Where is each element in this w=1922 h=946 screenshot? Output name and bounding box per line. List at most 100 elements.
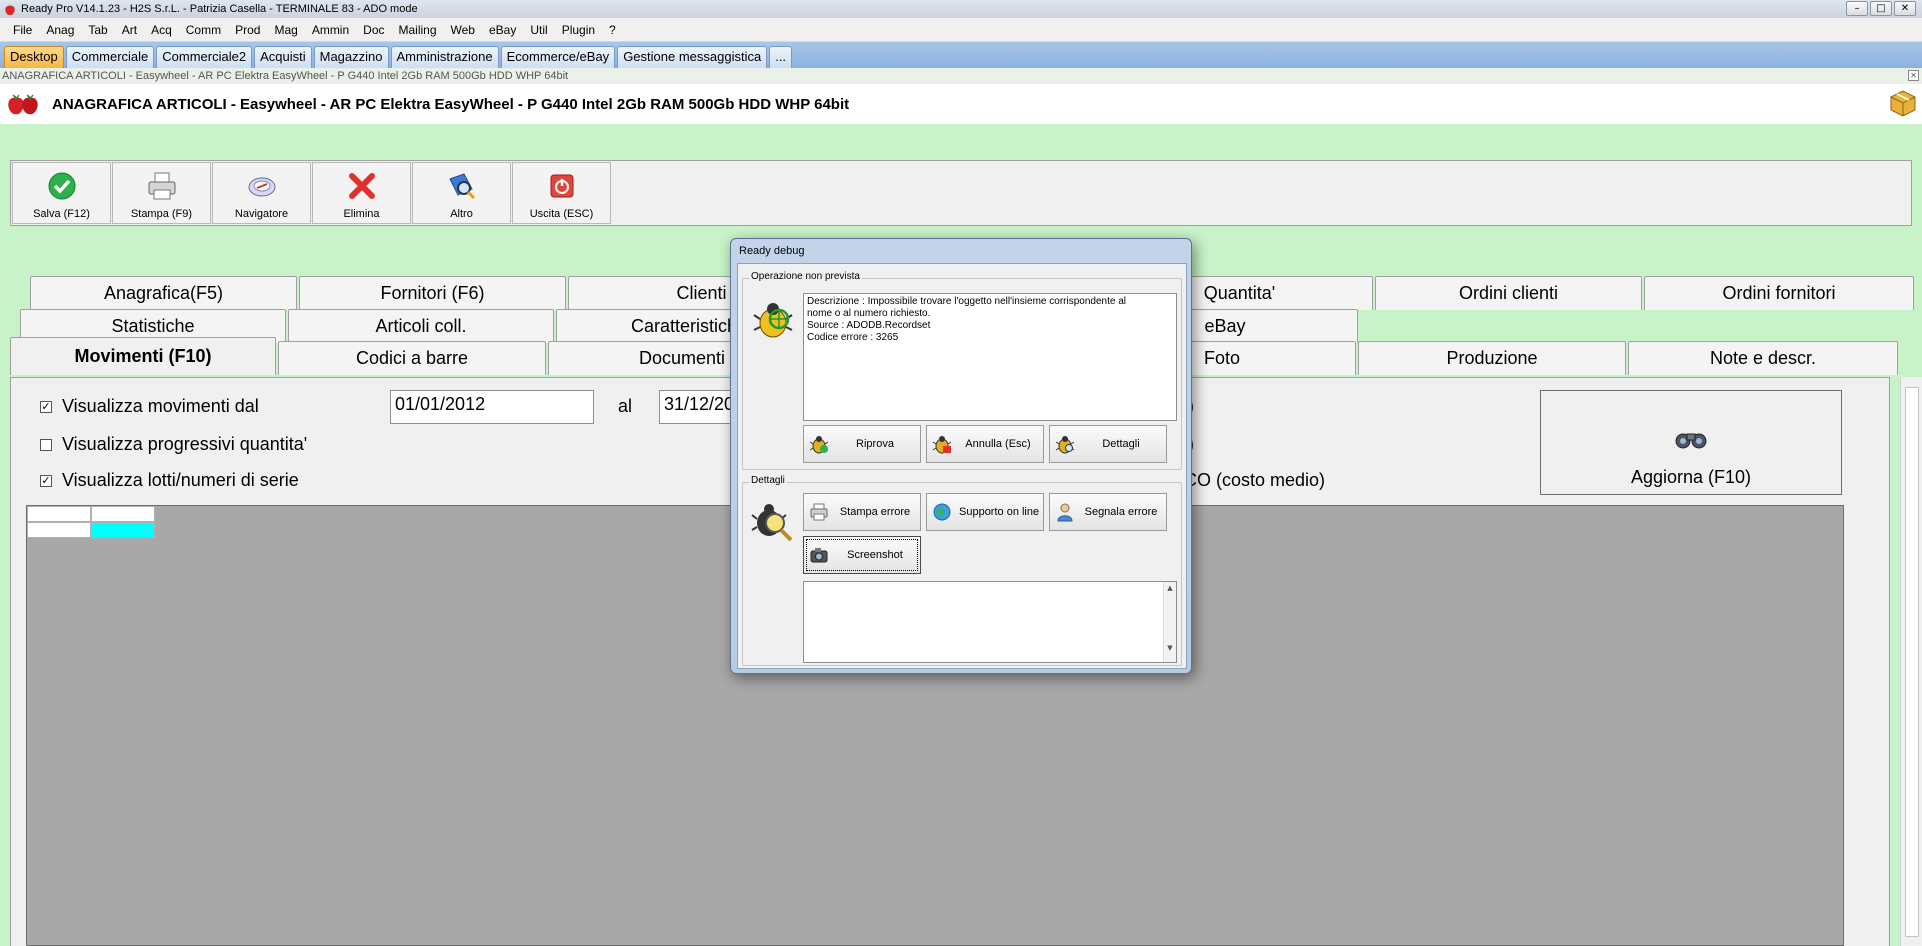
- print-button[interactable]: Stampa (F9): [112, 162, 211, 224]
- vertical-scrollbar[interactable]: [1900, 377, 1922, 946]
- refresh-label: Aggiorna (F10): [1630, 467, 1752, 487]
- other-button[interactable]: Altro: [412, 162, 511, 224]
- desktop-tab-magazzino[interactable]: Magazzino: [313, 46, 389, 68]
- desktop-tab-commerciale[interactable]: Commerciale: [65, 46, 155, 68]
- camera-icon: [808, 544, 830, 566]
- checkbox-checked-icon: ✓: [40, 473, 52, 487]
- grid-header-cell: [91, 506, 155, 522]
- close-button[interactable]: ✕: [1894, 1, 1916, 16]
- error-line: Source : ADODB.Recordset: [807, 320, 931, 331]
- tab-articoli-coll[interactable]: Articoli coll.: [288, 309, 554, 343]
- show-progressive-label: Visualizza progressivi quantita': [62, 434, 308, 454]
- report-error-label: Segnala errore: [1084, 506, 1158, 518]
- close-document-icon[interactable]: ✕: [1908, 70, 1919, 81]
- bug-stop-icon: [931, 433, 953, 455]
- retry-button[interactable]: Riprova: [803, 425, 921, 463]
- minimize-button[interactable]: –: [1846, 1, 1868, 16]
- desktop-tab-amministrazione[interactable]: Amministrazione: [390, 46, 499, 68]
- printer-icon: [808, 501, 830, 523]
- desktop-tab-messaggistica[interactable]: Gestione messaggistica: [617, 46, 768, 68]
- show-movements-checkbox[interactable]: ✓ Visualizza movimenti dal: [40, 396, 259, 417]
- menu-help[interactable]: ?: [602, 20, 623, 40]
- screenshot-button[interactable]: Screenshot: [803, 536, 921, 574]
- online-support-button[interactable]: Supporto on line: [926, 493, 1044, 531]
- title-bar: Ready Pro V14.1.23 - H2S S.r.L. - Patriz…: [0, 0, 1922, 18]
- show-lots-checkbox[interactable]: ✓ Visualizza lotti/numeri di serie: [40, 470, 299, 491]
- tab-ordini-fornitori[interactable]: Ordini fornitori: [1644, 276, 1914, 310]
- menu-file[interactable]: File: [6, 20, 39, 40]
- strawberry-app-icon: [3, 2, 17, 16]
- save-button[interactable]: Salva (F12): [12, 162, 111, 224]
- error-group-legend: Operazione non prevista: [749, 271, 862, 282]
- refresh-button[interactable]: Aggiorna (F10): [1540, 390, 1842, 495]
- exit-label: Uscita (ESC): [529, 208, 594, 220]
- online-support-label: Supporto on line: [959, 506, 1040, 518]
- cancel-button[interactable]: Annulla (Esc): [926, 425, 1044, 463]
- error-line: Codice errore : 3265: [807, 332, 899, 343]
- details-group: Dettagli Stampa errore Supporto on line …: [742, 475, 1182, 666]
- menu-mag[interactable]: Mag: [267, 20, 304, 40]
- maximize-button[interactable]: □: [1870, 1, 1892, 16]
- tab-note-descr[interactable]: Note e descr.: [1628, 341, 1898, 375]
- error-group: Operazione non prevista Descrizione : Im…: [742, 271, 1182, 470]
- desktop-tab-more[interactable]: ...: [769, 46, 793, 68]
- package-icon[interactable]: [1888, 88, 1918, 121]
- menu-tab[interactable]: Tab: [81, 20, 114, 40]
- memo-scrollbar[interactable]: ▲ ▼: [1163, 582, 1176, 662]
- menu-acq[interactable]: Acq: [144, 20, 179, 40]
- grid-selected-cell[interactable]: [91, 522, 155, 538]
- navigator-button[interactable]: Navigatore: [212, 162, 311, 224]
- menu-doc[interactable]: Doc: [356, 20, 391, 40]
- menu-art[interactable]: Art: [115, 20, 144, 40]
- menu-web[interactable]: Web: [444, 20, 482, 40]
- details-group-legend: Dettagli: [749, 475, 787, 486]
- menu-mailing[interactable]: Mailing: [392, 20, 444, 40]
- desktop-tab-desktop[interactable]: Desktop: [4, 46, 64, 68]
- bug-target-icon: [751, 297, 795, 344]
- show-progressive-checkbox[interactable]: Visualizza progressivi quantita': [40, 434, 307, 455]
- details-button[interactable]: Dettagli: [1049, 425, 1167, 463]
- menu-prod[interactable]: Prod: [228, 20, 267, 40]
- menu-ammin[interactable]: Ammin: [305, 20, 356, 40]
- tab-fornitori[interactable]: Fornitori (F6): [299, 276, 566, 310]
- main-toolbar: Salva (F12) Stampa (F9) Navigatore Elimi…: [10, 160, 1912, 226]
- tab-anagrafica[interactable]: Anagrafica(F5): [30, 276, 297, 310]
- checkbox-checked-icon: ✓: [40, 399, 52, 413]
- date-from-input[interactable]: 01/01/2012: [390, 390, 594, 424]
- globe-icon: [931, 501, 953, 523]
- power-icon: [546, 170, 578, 202]
- error-description-box[interactable]: Descrizione : Impossibile trovare l'ogge…: [803, 293, 1177, 421]
- delete-button[interactable]: Elimina: [312, 162, 411, 224]
- cost-method-label: CO (costo medio): [1184, 470, 1326, 490]
- user-icon: [1054, 501, 1076, 523]
- binoculars-icon: [1674, 428, 1708, 453]
- menu-anag[interactable]: Anag: [39, 20, 81, 40]
- other-label: Altro: [450, 208, 473, 220]
- menu-util[interactable]: Util: [523, 20, 554, 40]
- cancel-label: Annulla (Esc): [965, 438, 1031, 450]
- print-error-button[interactable]: Stampa errore: [803, 493, 921, 531]
- details-label: Dettagli: [1102, 438, 1140, 450]
- save-label: Salva (F12): [33, 208, 90, 220]
- menu-plugin[interactable]: Plugin: [555, 20, 602, 40]
- menu-ebay[interactable]: eBay: [482, 20, 523, 40]
- exit-button[interactable]: Uscita (ESC): [512, 162, 611, 224]
- page-title: ANAGRAFICA ARTICOLI - Easywheel - AR PC …: [52, 95, 850, 113]
- show-lots-label: Visualizza lotti/numeri di serie: [62, 470, 299, 490]
- tab-ordini-clienti[interactable]: Ordini clienti: [1375, 276, 1642, 310]
- document-path-text: ANAGRAFICA ARTICOLI - Easywheel - AR PC …: [2, 70, 569, 82]
- menu-comm[interactable]: Comm: [179, 20, 228, 40]
- desktop-tab-ecommerce[interactable]: Ecommerce/eBay: [500, 46, 616, 68]
- desktop-tab-commerciale2[interactable]: Commerciale2: [156, 46, 253, 68]
- error-line: nome o al numero richiesto.: [807, 308, 931, 319]
- report-error-button[interactable]: Segnala errore: [1049, 493, 1167, 531]
- tab-movimenti[interactable]: Movimenti (F10): [10, 337, 276, 375]
- tab-produzione[interactable]: Produzione: [1358, 341, 1626, 375]
- desktop-tab-acquisti[interactable]: Acquisti: [254, 46, 312, 68]
- details-text-box[interactable]: ▲ ▼: [803, 581, 1177, 663]
- date-to-input[interactable]: 31/12/2012: [659, 390, 739, 424]
- navigator-label: Navigatore: [234, 208, 289, 220]
- desktop-tab-bar: Desktop Commerciale Commerciale2 Acquist…: [0, 42, 1922, 68]
- tab-codici-barre[interactable]: Codici a barre: [278, 341, 546, 375]
- print-error-label: Stampa errore: [839, 506, 911, 518]
